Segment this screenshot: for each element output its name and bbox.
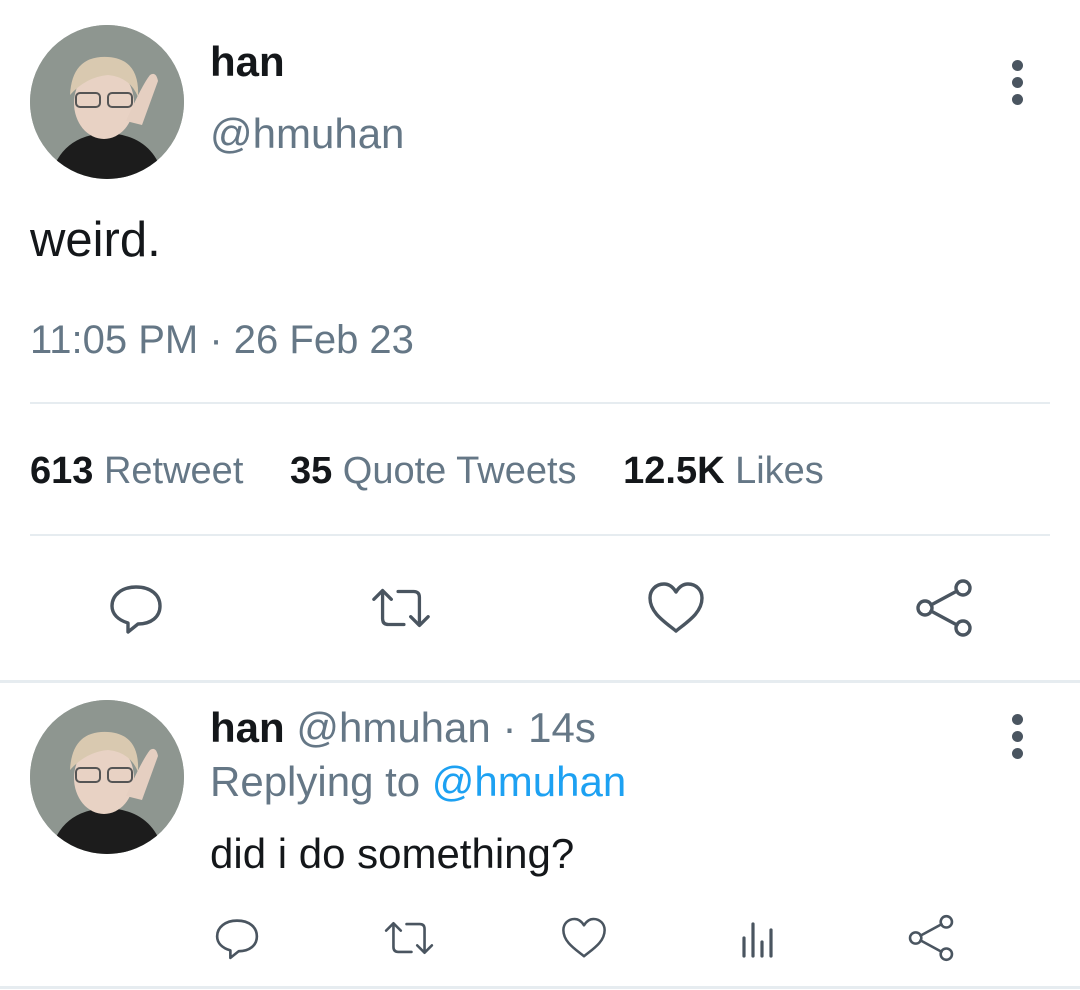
share-icon [908, 914, 954, 962]
divider [30, 402, 1050, 404]
reply-button[interactable] [104, 576, 168, 640]
divider [30, 534, 1050, 536]
replying-mention-link[interactable]: @hmuhan [432, 758, 626, 805]
reply-analytics-button[interactable] [730, 910, 786, 966]
reply-author-avatar[interactable] [30, 700, 184, 854]
likes-stat[interactable]: 12.5K Likes [623, 450, 824, 492]
replying-to: Replying to @hmuhan [210, 758, 626, 806]
reply-retweet-button[interactable] [381, 910, 437, 966]
analytics-icon [742, 922, 773, 958]
quotes-count: 35 [289, 450, 333, 492]
likes-label: Likes [735, 450, 824, 492]
quotes-stat[interactable]: 35 Quote Tweets [290, 450, 577, 492]
retweet-icon [384, 921, 434, 955]
reply-icon [215, 919, 259, 960]
share-button[interactable] [912, 576, 976, 640]
divider [0, 986, 1080, 989]
retweets-label: Retweet [103, 450, 244, 492]
retweets-count: 613 [30, 450, 94, 492]
replying-prefix: Replying to [210, 758, 421, 805]
share-icon [916, 579, 972, 637]
author-avatar[interactable] [30, 25, 184, 179]
like-button[interactable] [644, 576, 708, 640]
reply-more-options-icon[interactable] [1002, 710, 1032, 770]
reply-text: did i do something? [210, 830, 575, 877]
retweets-stat[interactable]: 613 Retweet [30, 450, 243, 492]
tweet-stats: 613 Retweet 35 Quote Tweets 12.5K Likes [30, 450, 860, 493]
reply-separator: · [502, 704, 517, 751]
tweet-text: weird. [30, 213, 161, 267]
reply-like-button[interactable] [556, 910, 612, 966]
tweet-timestamp[interactable]: 11:05 PM · 26 Feb 23 [30, 318, 414, 363]
reply-author-handle[interactable]: @hmuhan [296, 704, 490, 751]
reply-icon [110, 585, 162, 634]
like-icon [648, 582, 704, 633]
reply-header: han @hmuhan · 14s [210, 704, 596, 752]
retweet-icon [372, 588, 430, 628]
reply-reply-button[interactable] [209, 910, 265, 966]
quotes-label: Quote Tweets [342, 450, 577, 492]
more-options-icon[interactable] [1002, 56, 1032, 116]
reply-time[interactable]: 14s [528, 704, 596, 751]
retweet-button[interactable] [369, 576, 433, 640]
reply-author-name[interactable]: han [210, 704, 285, 751]
likes-count: 12.5K [623, 450, 725, 492]
reply-share-button[interactable] [903, 910, 959, 966]
author-handle[interactable]: @hmuhan [210, 110, 404, 158]
author-name[interactable]: han [210, 38, 285, 86]
divider [0, 680, 1080, 683]
like-icon [562, 917, 606, 958]
